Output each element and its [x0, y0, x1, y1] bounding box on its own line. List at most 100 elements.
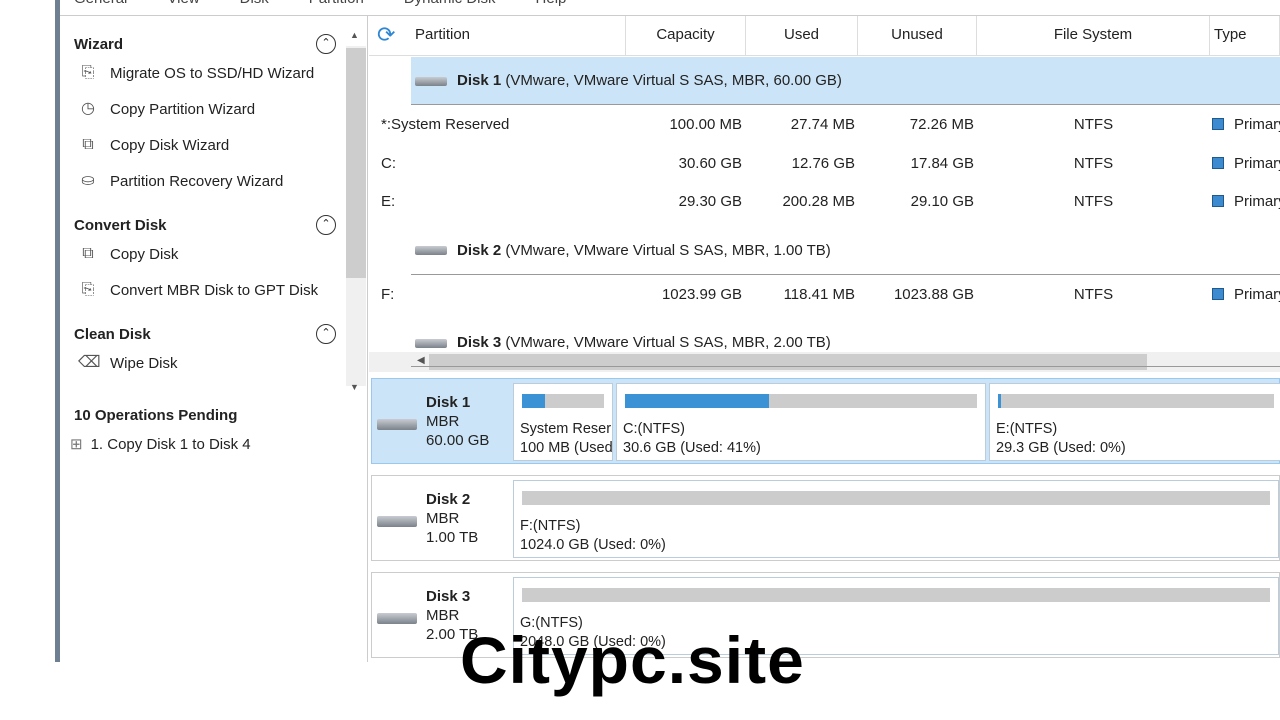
scroll-down-icon[interactable]: ▼ [350, 382, 359, 392]
sidebar-scroll-thumb[interactable] [346, 48, 366, 278]
disk-row[interactable]: Disk 3 (VMware, VMware Virtual S SAS, MB… [411, 319, 1280, 367]
column-header[interactable]: Unused [858, 16, 977, 56]
pending-item[interactable]: ⊞ 1. Copy Disk 1 to Disk 4 [70, 435, 251, 454]
disk-desc: (VMware, VMware Virtual S SAS, MBR, 2.00… [505, 334, 831, 351]
disk-name: Disk 3 [426, 588, 471, 605]
menu-item[interactable]: Partition [309, 0, 364, 12]
wizard-icon: ⧉ [82, 136, 94, 153]
pending-title: 10 Operations Pending [74, 407, 238, 424]
primary-icon [1212, 287, 1224, 300]
usage-bar [522, 588, 1270, 602]
usage-bar [625, 394, 977, 408]
cell-used: 12.76 GB [791, 154, 855, 172]
column-header[interactable]: Used [746, 16, 858, 56]
cell-file-system: NTFS [1073, 116, 1114, 133]
disk-icon [377, 419, 417, 430]
cell-capacity: 1023.99 GB [661, 285, 742, 303]
action-panel: ▲ ▼ Wizard ⌃ ⎘ Migrate OS to SSD/HD Wizard ◷… [60, 16, 368, 662]
expand-icon[interactable]: ⊞ [70, 435, 83, 453]
usage-bar [522, 394, 604, 408]
menu-item[interactable]: Disk [240, 0, 269, 12]
sidebar-item-label: Copy Partition Wizard [110, 100, 256, 118]
column-header[interactable]: Capacity [626, 16, 746, 56]
section-title[interactable]: Wizard [74, 36, 123, 53]
disk-name: Disk 2 [426, 491, 471, 508]
disk-icon [377, 516, 417, 527]
partition-label: System Reser 100 MB (Used [520, 421, 613, 456]
cell-type: Primary [1210, 276, 1280, 314]
disk-icon [415, 76, 447, 86]
main-panel: ⟳ Partition Capacity Used Unused File System… [369, 16, 1280, 662]
menu-item[interactable]: General [74, 0, 127, 12]
disk-style: MBR [426, 510, 460, 527]
refresh-icon[interactable]: ⟳ [377, 24, 395, 46]
cell-unused: 17.84 GB [910, 154, 974, 172]
section-title[interactable]: Convert Disk [74, 217, 167, 234]
sidebar-item[interactable]: ⛀ Partition Recovery Wizard [78, 171, 283, 191]
sidebar-item[interactable]: ◷ Copy Partition Wizard [78, 99, 255, 119]
sidebar-item[interactable]: ⎘ Convert MBR Disk to GPT Disk [78, 280, 319, 300]
disk-map-panel[interactable]: Disk 2 MBR 1.00 TB F:(NTFS) 1024.0 GB (Used:… [371, 475, 1280, 561]
partition-block[interactable]: F:(NTFS) 1024.0 GB (Used: 0%) [513, 480, 1279, 558]
primary-icon [1212, 195, 1224, 207]
menu-item[interactable]: Help [536, 0, 567, 12]
watermark: Citypc.site [460, 623, 805, 697]
usage-fill [625, 394, 770, 408]
wizard-icon: ◷ [81, 100, 95, 117]
disk-icon [415, 246, 447, 256]
partition-row[interactable]: *:System Reserved 100.00 MB 27.74 MB 72.26 … [381, 106, 1280, 144]
usage-bar [522, 491, 1270, 505]
section-title[interactable]: Clean Disk [74, 326, 151, 343]
disk-icon [415, 338, 447, 348]
menu-item[interactable]: Dynamic Disk [404, 0, 496, 12]
sidebar-item[interactable]: ⧉ Copy Disk [78, 244, 178, 264]
disk-map-panel[interactable]: Disk 1 MBR 60.00 GB System Reser 100 MB (Use… [371, 378, 1280, 464]
cell-capacity: 29.30 GB [678, 193, 742, 210]
disk-name: Disk 1 [457, 72, 502, 89]
partition-block[interactable]: C:(NTFS) 30.6 GB (Used: 41%) [616, 383, 986, 461]
cell-used: 27.74 MB [790, 116, 855, 133]
cell-unused: 1023.88 GB [893, 285, 974, 303]
disk-name: Disk 3 [457, 334, 502, 351]
partition-row[interactable]: F: 1023.99 GB 118.41 MB 1023.88 GB NTFS Prima… [381, 276, 1280, 314]
disk-row[interactable]: Disk 2 (VMware, VMware Virtual S SAS, MB… [411, 227, 1280, 275]
partition-block[interactable]: E:(NTFS) 29.3 GB (Used: 0%) [989, 383, 1280, 461]
sidebar-item-label: Partition Recovery Wizard [110, 172, 284, 190]
disk-desc: (VMware, VMware Virtual S SAS, MBR, 60.0… [505, 72, 842, 89]
column-header[interactable]: File System [977, 16, 1210, 56]
partition-row[interactable]: E: 29.30 GB 200.28 MB 29.10 GB NTFS Primary [381, 183, 1280, 221]
partition-label: F:(NTFS) 1024.0 GB (Used: 0%) [520, 518, 666, 553]
menu-item[interactable]: View [167, 0, 199, 12]
usage-fill [998, 394, 1001, 408]
collapse-icon[interactable]: ⌃ [316, 324, 336, 344]
cell-capacity: 100.00 MB [669, 116, 742, 133]
cell-capacity: 30.60 GB [678, 154, 742, 172]
disk-desc: (VMware, VMware Virtual S SAS, MBR, 1.00… [505, 241, 831, 259]
column-header[interactable]: Type [1210, 16, 1280, 56]
wizard-icon: ⌫ [78, 354, 101, 371]
collapse-icon[interactable]: ⌃ [316, 34, 336, 54]
primary-icon [1212, 156, 1224, 169]
disk-size: 1.00 TB [426, 529, 479, 546]
wizard-icon: ⎘ [81, 64, 95, 81]
collapse-icon[interactable]: ⌃ [316, 215, 336, 235]
partition-row[interactable]: C: 30.60 GB 12.76 GB 17.84 GB NTFS Primary [381, 145, 1280, 183]
scroll-up-icon[interactable]: ▲ [350, 30, 359, 40]
cell-partition: *:System Reserved [381, 116, 510, 133]
disk-info: Disk 1 MBR 60.00 GB [426, 393, 489, 450]
primary-icon [1212, 118, 1224, 130]
cell-partition: C: [381, 154, 396, 172]
disk-row[interactable]: Disk 1 (VMware, VMware Virtual S SAS, MB… [411, 57, 1280, 105]
sidebar-item[interactable]: ⌫ Wipe Disk [78, 353, 178, 373]
sidebar-item-label: Migrate OS to SSD/HD Wizard [110, 64, 315, 82]
partition-block[interactable]: System Reser 100 MB (Used [513, 383, 613, 461]
column-header[interactable]: Partition [411, 16, 626, 56]
cell-used: 118.41 MB [783, 285, 855, 303]
menu-bar: General View Disk Partition Dynamic Disk Help [60, 0, 566, 12]
cell-unused: 29.10 GB [910, 193, 974, 210]
disk-name: Disk 1 [426, 394, 471, 411]
pending-item-label: 1. Copy Disk 1 to Disk 4 [90, 435, 251, 453]
sidebar-item[interactable]: ⎘ Migrate OS to SSD/HD Wizard [78, 63, 315, 83]
sidebar-item[interactable]: ⧉ Copy Disk Wizard [78, 135, 229, 155]
wizard-icon: ⧉ [82, 245, 94, 262]
